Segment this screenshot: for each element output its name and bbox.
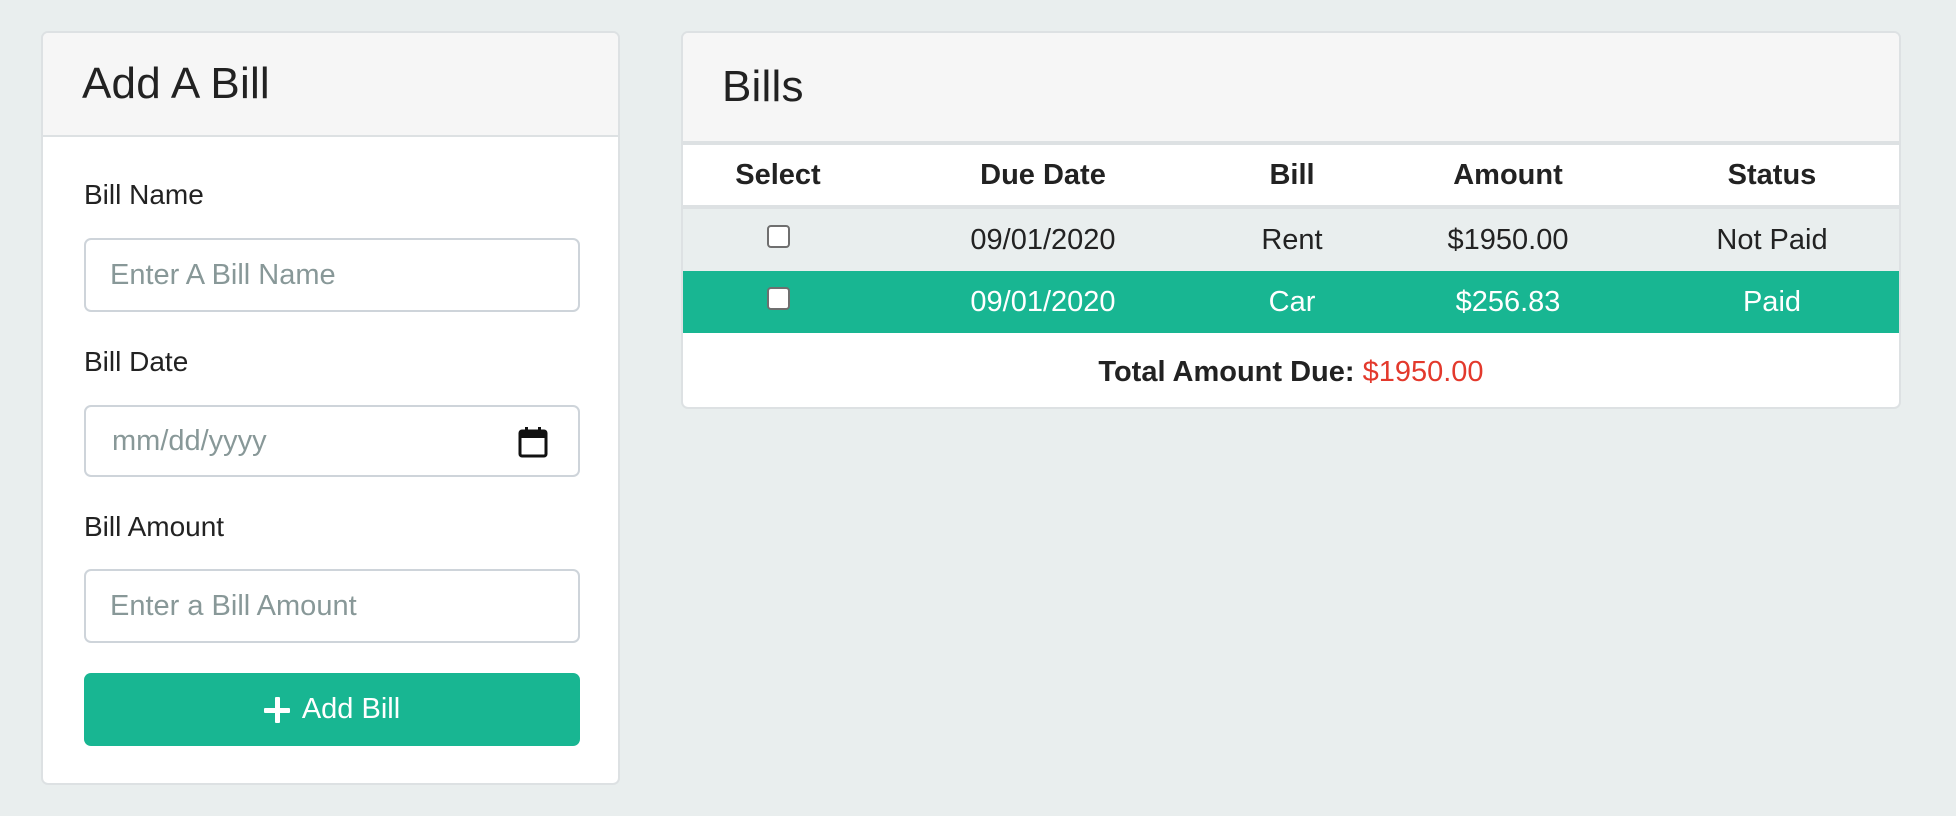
add-bill-button-label: Add Bill [301,693,401,725]
select-cell [683,207,873,271]
add-bill-header: Add A Bill [43,33,618,137]
select-checkbox[interactable] [766,287,790,311]
add-bill-card: Add A Bill Bill Name Bill Date mm/dd/yyy… [41,31,620,785]
total-label: Total Amount Due: [1098,356,1355,388]
column-header-amount: Amount [1371,145,1645,209]
table-header-row: Select Due Date Bill Amount Status [683,145,1899,209]
bill-name-input[interactable] [84,238,580,312]
total-amount-due: Total Amount Due: $1950.00 [683,333,1899,407]
bill-date-input[interactable]: mm/dd/yyyy [84,405,580,477]
bills-title: Bills [722,62,804,111]
table-row[interactable]: 09/01/2020 Rent $1950.00 Not Paid [683,207,1899,271]
bill-date-placeholder: mm/dd/yyyy [112,424,267,457]
bills-header: Bills [683,33,1899,145]
plus-icon [263,696,290,723]
bill-amount-label: Bill Amount [84,511,225,542]
select-cell [683,271,873,333]
status-cell: Not Paid [1645,207,1899,271]
add-bill-button[interactable]: Add Bill [84,673,580,746]
status-cell: Paid [1645,271,1899,333]
select-checkbox[interactable] [766,225,790,249]
bill-cell: Rent [1213,207,1371,271]
amount-cell: $256.83 [1371,271,1645,333]
bill-name-label: Bill Name [84,179,204,210]
calendar-icon[interactable] [518,426,548,458]
add-bill-title: Add A Bill [82,59,270,108]
amount-cell: $1950.00 [1371,207,1645,271]
due-date-cell: 09/01/2020 [873,207,1213,271]
total-value: $1950.00 [1362,356,1484,388]
column-header-due-date: Due Date [873,145,1213,209]
bill-amount-input[interactable] [84,569,580,643]
bills-table: Select Due Date Bill Amount Status 09/01… [683,145,1899,333]
column-header-select: Select [683,145,873,209]
column-header-status: Status [1645,145,1899,209]
column-header-bill: Bill [1213,145,1371,209]
due-date-cell: 09/01/2020 [873,271,1213,333]
bill-date-label: Bill Date [84,346,189,377]
bill-cell: Car [1213,271,1371,333]
bills-card: Bills Select Due Date Bill Amount Status [681,31,1901,409]
table-row[interactable]: 09/01/2020 Car $256.83 Paid [683,271,1899,333]
